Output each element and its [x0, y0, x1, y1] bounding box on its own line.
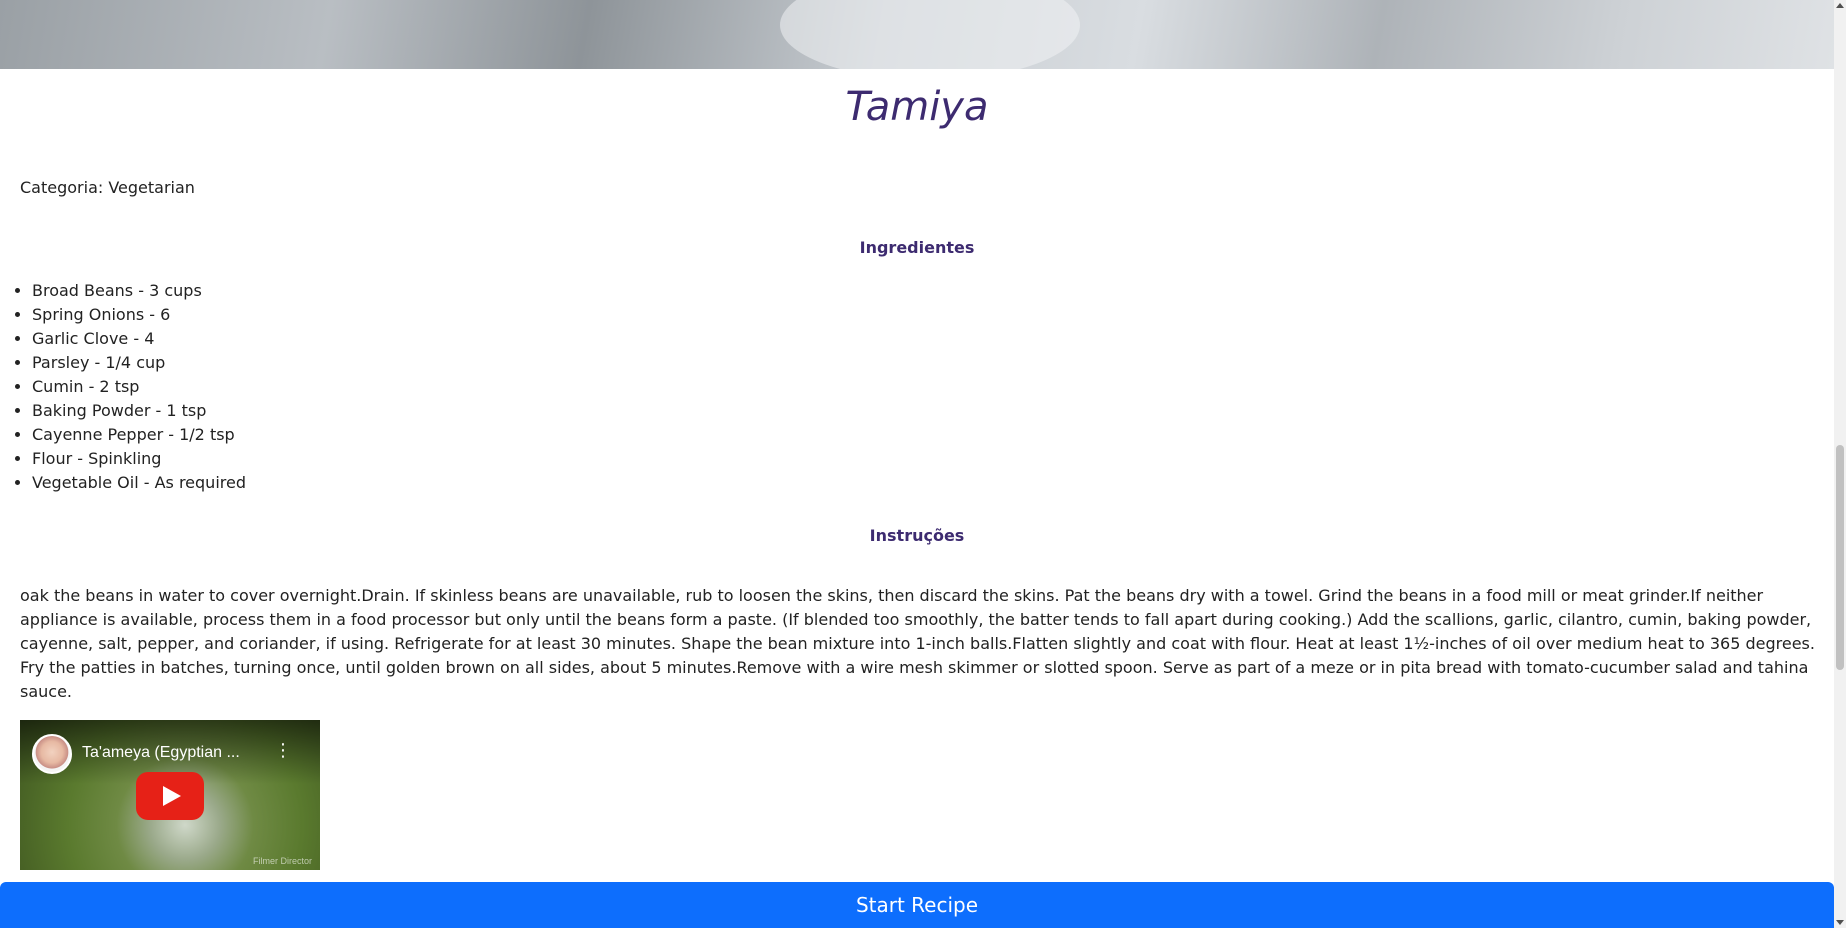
recipe-hero-image [0, 0, 1834, 69]
ingredient-item: Garlic Clove - 4 [32, 327, 246, 351]
ingredients-list: Broad Beans - 3 cups Spring Onions - 6 G… [32, 279, 246, 495]
instructions-text: oak the beans in water to cover overnigh… [20, 586, 1815, 701]
scrollbar-thumb[interactable] [1836, 445, 1844, 670]
scroll-up-arrow-icon[interactable] [1836, 3, 1844, 8]
start-recipe-button[interactable]: Start Recipe [0, 882, 1834, 928]
ingredient-item: Baking Powder - 1 tsp [32, 399, 246, 423]
ingredient-item: Flour - Spinkling [32, 447, 246, 471]
instructions-heading: Instruções [869, 526, 965, 545]
video-title[interactable]: Ta'ameya (Egyptian ... [82, 744, 240, 762]
youtube-video-embed[interactable]: Ta'ameya (Egyptian ... ⋮ Filmer Director [20, 720, 320, 870]
recipe-title: Tamiya [845, 84, 989, 130]
channel-avatar[interactable] [32, 734, 72, 774]
ingredient-item: Parsley - 1/4 cup [32, 351, 246, 375]
ingredient-item: Spring Onions - 6 [32, 303, 246, 327]
scroll-down-arrow-icon[interactable] [1836, 920, 1844, 925]
ingredient-item: Broad Beans - 3 cups [32, 279, 246, 303]
video-watermark: Filmer Director [252, 856, 312, 866]
ingredient-item: Vegetable Oil - As required [32, 471, 246, 495]
ingredient-item: Cumin - 2 tsp [32, 375, 246, 399]
kebab-menu-icon[interactable]: ⋮ [274, 742, 292, 760]
ingredient-item: Cayenne Pepper - 1/2 tsp [32, 423, 246, 447]
page-scrollbar[interactable] [1834, 0, 1846, 928]
recipe-category: Categoria: Vegetarian [20, 178, 195, 197]
ingredients-heading: Ingredientes [859, 238, 975, 257]
youtube-play-icon[interactable] [136, 772, 204, 820]
